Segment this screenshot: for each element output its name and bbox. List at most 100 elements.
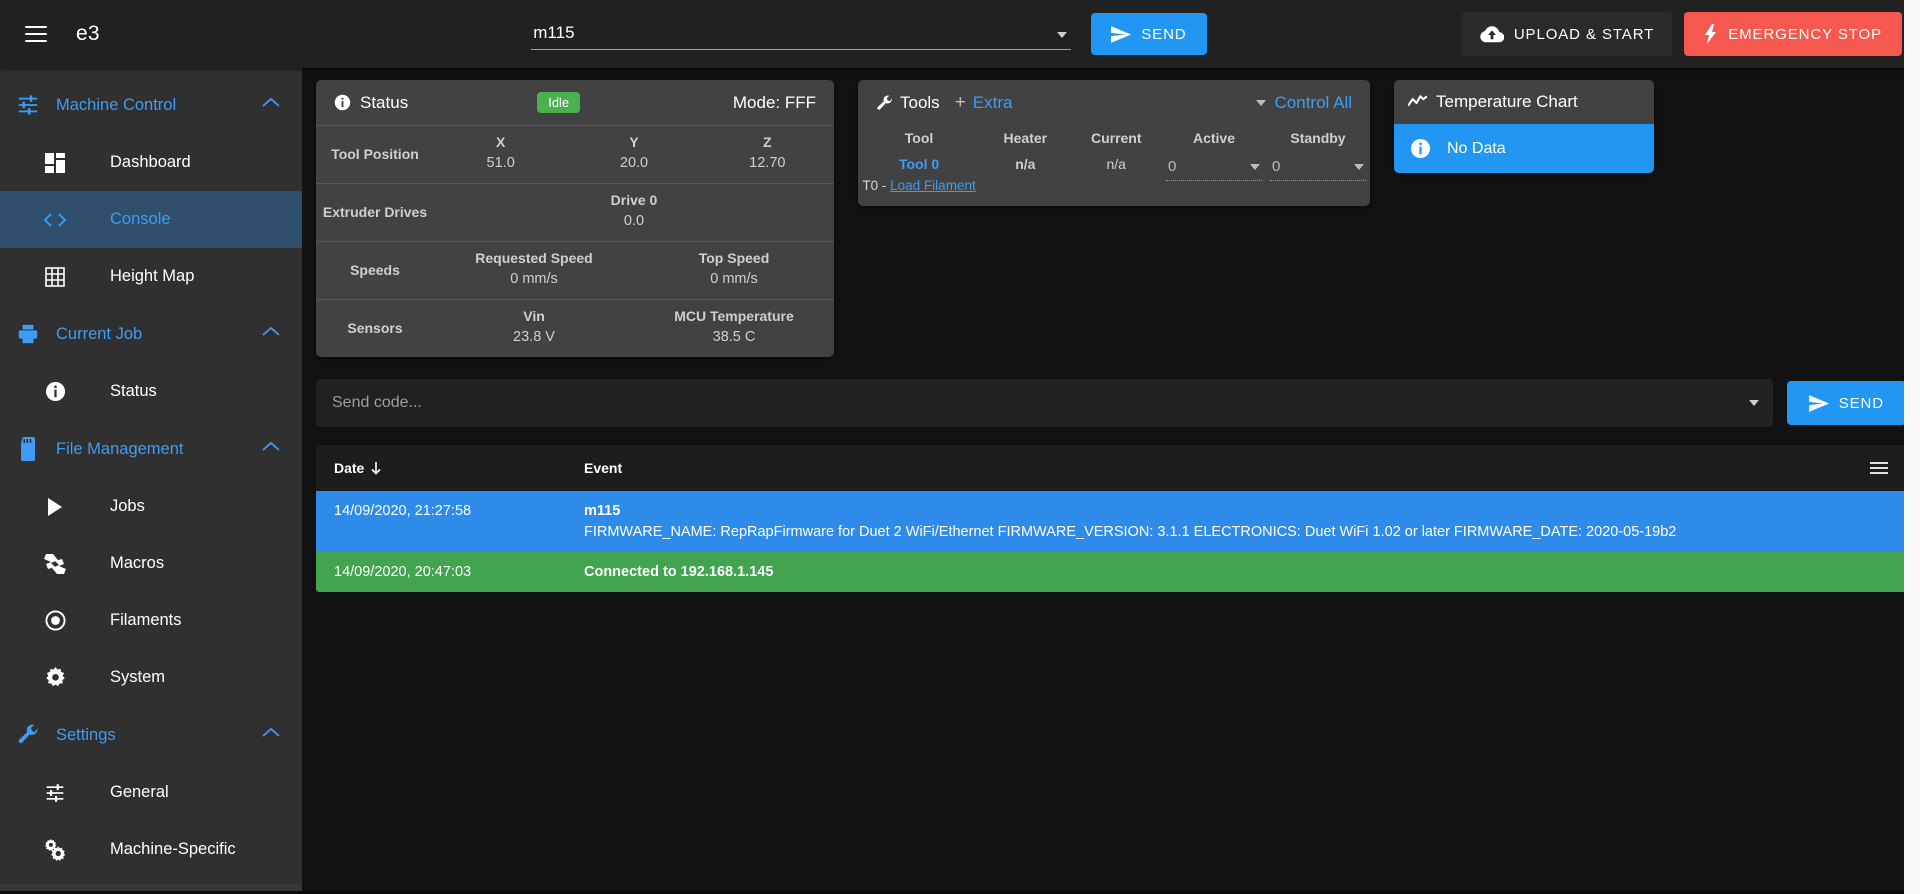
log-col-event: Event — [584, 460, 623, 476]
sidebar-group-file-management[interactable]: File Management — [0, 420, 302, 478]
tools-cell-current: n/a — [1071, 156, 1162, 206]
hamburger-menu-icon[interactable] — [14, 12, 58, 56]
status-cell-requested-speed: Requested Speed 0 mm/s — [434, 242, 634, 299]
tools-cell-tool: Tool 0 T0 - Load Filament — [858, 156, 980, 206]
sidebar-item-label: General — [110, 783, 169, 801]
log-row-date: 14/09/2020, 20:47:03 — [334, 564, 472, 580]
sidebar-group-machine-control[interactable]: Machine Control — [0, 76, 302, 134]
status-row-tool-position: Tool Position X 51.0 Y 20.0 Z 12.70 — [316, 125, 834, 183]
double-gear-icon — [0, 838, 110, 861]
status-cell-z: Z 12.70 — [701, 126, 834, 183]
status-row-sensors: Sensors Vin 23.8 V MCU Temperature 38.5 … — [316, 299, 834, 357]
gcode-input-value: m115 — [533, 22, 575, 42]
info-circle-icon — [1410, 138, 1431, 159]
sliders-icon — [0, 94, 56, 116]
table-row[interactable]: 14/09/2020, 21:27:58 m115 FIRMWARE_NAME:… — [316, 491, 1906, 552]
caret-down-icon[interactable] — [1249, 163, 1260, 170]
gcode-input[interactable]: m115 — [531, 19, 1072, 50]
tools-table: Tool Heater Current Active Standby Tool … — [858, 126, 1370, 206]
info-circle-icon — [0, 381, 110, 402]
topbar-center: m115 SEND — [276, 13, 1462, 55]
code-brackets-icon — [0, 212, 110, 228]
temperature-chart-panel: Temperature Chart No Data — [1394, 80, 1654, 173]
tool-name-link[interactable]: Tool 0 — [862, 156, 976, 172]
send-button-main[interactable]: SEND — [1786, 381, 1906, 425]
lightning-bolt-icon — [1704, 24, 1718, 44]
chevron-down-icon[interactable] — [1057, 31, 1068, 38]
sidebar-item-label: Macros — [110, 554, 165, 572]
send-paper-plane-icon — [1808, 394, 1829, 412]
app-root: e3 m115 SEND UPLOAD & START EMERGENCY ST… — [0, 0, 1920, 894]
sidebar-item-system[interactable]: System — [0, 649, 302, 706]
status-cell-value: 51.0 — [486, 155, 515, 171]
sidebar-item-macros[interactable]: Macros — [0, 535, 302, 592]
emergency-stop-button[interactable]: EMERGENCY STOP — [1684, 12, 1902, 56]
sidebar-item-label: Dashboard — [110, 153, 191, 171]
tools-col-active: Active — [1192, 130, 1235, 146]
send-code-input[interactable]: Send code... — [316, 379, 1773, 427]
caret-down-icon[interactable] — [1255, 100, 1266, 106]
upload-and-start-label: UPLOAD & START — [1513, 25, 1655, 43]
tools-col-tool: Tool — [904, 130, 934, 146]
app-title: e3 — [76, 22, 100, 45]
tools-col-heater: Heater — [1003, 130, 1048, 146]
sidebar-item-machine-specific[interactable]: Machine-Specific — [0, 821, 302, 878]
send-button-top[interactable]: SEND — [1091, 13, 1207, 55]
sidebar-item-general[interactable]: General — [0, 764, 302, 821]
sidebar-item-jobs[interactable]: Jobs — [0, 478, 302, 535]
sidebar-group-label: Current Job — [56, 324, 143, 343]
sidebar-item-dashboard[interactable]: Dashboard — [0, 134, 302, 191]
temperature-chart-title: Temperature Chart — [1436, 92, 1578, 111]
sidebar-group-current-job[interactable]: Current Job — [0, 305, 302, 363]
arrow-down-icon[interactable] — [370, 461, 382, 475]
caret-down-icon[interactable] — [1353, 163, 1364, 170]
chevron-up-icon[interactable] — [262, 726, 280, 744]
active-temp-input[interactable]: 0 — [1165, 156, 1262, 181]
status-cell-value: 38.5 C — [712, 329, 756, 345]
tool-prefix: T0 - — [862, 178, 891, 193]
sidebar-item-label: Jobs — [110, 497, 145, 515]
send-code-placeholder: Send code... — [332, 394, 422, 411]
tools-extra-link[interactable]: Extra — [973, 93, 1013, 113]
upload-and-start-button[interactable]: UPLOAD & START — [1461, 12, 1673, 56]
page-scrollbar-track[interactable] — [1904, 0, 1920, 894]
tools-panel: Tools + Extra Control All Tool Heater Cu… — [858, 80, 1370, 206]
sidebar-item-status[interactable]: Status — [0, 363, 302, 420]
tool-sub: T0 - Load Filament — [862, 176, 976, 196]
standby-temp-input[interactable]: 0 — [1269, 156, 1366, 181]
sidebar-item-height-map[interactable]: Height Map — [0, 248, 302, 305]
load-filament-link[interactable]: Load Filament — [890, 178, 976, 193]
plus-icon[interactable]: + — [955, 92, 966, 114]
send-button-main-label: SEND — [1838, 394, 1884, 412]
status-cell-head: MCU Temperature — [674, 308, 794, 324]
table-row[interactable]: 14/09/2020, 20:47:03 Connected to 192.16… — [316, 552, 1906, 592]
log-col-date[interactable]: Date — [334, 460, 584, 476]
sidebar-item-console[interactable]: Console — [0, 191, 302, 248]
sidebar-group-settings[interactable]: Settings — [0, 706, 302, 764]
tools-table-header-row: Tool Heater Current Active Standby — [858, 126, 1370, 156]
chevron-up-icon[interactable] — [262, 96, 280, 114]
log-row-date: 14/09/2020, 21:27:58 — [334, 503, 472, 519]
sidebar-item-label: Console — [110, 210, 171, 228]
send-paper-plane-icon — [1111, 25, 1132, 43]
status-cell-value: 0.0 — [623, 213, 645, 229]
sidebar-item-filaments[interactable]: Filaments — [0, 592, 302, 649]
status-cell-head: Y — [629, 134, 639, 150]
filament-spool-icon — [0, 610, 110, 631]
chevron-up-icon[interactable] — [262, 440, 280, 458]
list-menu-icon[interactable] — [1870, 462, 1888, 474]
chevron-up-icon[interactable] — [262, 325, 280, 343]
sidebar-item-label: Machine-Specific — [110, 840, 236, 858]
tools-panel-title: Tools — [900, 93, 940, 112]
status-cell-head: Z — [763, 134, 772, 150]
active-temp-value: 0 — [1167, 158, 1177, 175]
status-row-speeds: Speeds Requested Speed 0 mm/s Top Speed … — [316, 241, 834, 299]
sidebar-item-label: System — [110, 668, 166, 686]
sidebar-item-label: Status — [110, 382, 157, 400]
sidebar: Machine Control Dashboard Console Height… — [0, 68, 302, 894]
status-row-label: Tool Position — [331, 146, 419, 163]
chevron-down-icon[interactable] — [1748, 400, 1759, 406]
control-all-link[interactable]: Control All — [1275, 93, 1352, 113]
log-col-date-label: Date — [334, 460, 365, 476]
tools-cell-active: 0 — [1162, 156, 1266, 206]
